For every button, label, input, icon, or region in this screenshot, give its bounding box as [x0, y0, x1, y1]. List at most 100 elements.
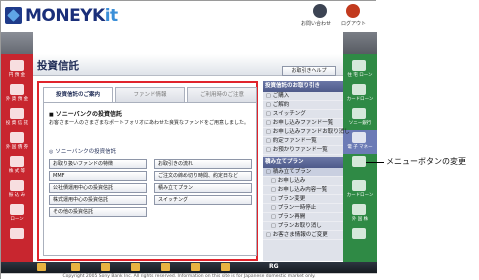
misc-icon: [352, 228, 366, 239]
highlight-box: 投資信託のご案内 ファンド情報 ご利用時のご注意 ソニーバンクの投資信託 お客さ…: [37, 81, 258, 261]
switching-button[interactable]: スイッチング: [154, 195, 252, 205]
submenu-item-plan-pause[interactable]: プラン一時停止: [263, 204, 343, 213]
card-icon: [352, 84, 366, 95]
nav-icon[interactable]: [71, 263, 80, 271]
sidebar-item-label: ローン: [10, 217, 24, 222]
submenu-item-plan[interactable]: 積み立てプラン: [263, 168, 343, 177]
sidebar-item-bank[interactable]: ソニー銀行: [343, 106, 377, 130]
submenu-item-plan-list[interactable]: お申し込み内容一覧: [263, 186, 343, 195]
sidebar-item-card[interactable]: カードローン: [343, 82, 377, 106]
annotation-label: メニューボタンの変更: [386, 157, 466, 166]
sidebar-right: 住 宅 ローン カードローン ソニー銀行 電 子 マネー カードローン 外 国 …: [343, 54, 377, 262]
foreign-stock-icon: [352, 204, 366, 215]
sidebar-item-misc[interactable]: [343, 154, 377, 178]
sidebar-item-stock[interactable]: 株 式 等: [1, 154, 33, 178]
main-content: 投資信託 お取引きヘルプ 投資信託のご案内 ファンド情報 ご利用時のご注意 ソニ…: [33, 54, 350, 262]
stock-icon: [10, 156, 24, 167]
submenu-item-switching[interactable]: スイッチング: [263, 110, 343, 119]
sidebar-item-label: 投 資 信 託: [5, 121, 29, 126]
contact-link[interactable]: お問い合わせ: [301, 20, 331, 27]
sidebar-item-bond[interactable]: 外 国 債 券: [1, 130, 33, 154]
section-heading: ソニーバンクの投資信託: [49, 147, 116, 155]
bond-icon: [10, 132, 24, 143]
logout-icon[interactable]: [346, 4, 360, 18]
sidebar-item-label: カードローン: [346, 193, 374, 198]
submenu-item-plan-apply[interactable]: お申し込み: [263, 177, 343, 186]
topnav-right[interactable]: [343, 32, 377, 54]
footer-copyright: Copyright 2005 Sony Bank Inc. All rights…: [1, 273, 377, 280]
sidebar-item-label: 振 込 み: [8, 193, 26, 198]
submenu-item-plan-cancel[interactable]: プランお取り消し: [263, 222, 343, 231]
submenu-item-redeem[interactable]: ご解約: [263, 101, 343, 110]
sidebar-item-misc-2[interactable]: [343, 226, 377, 250]
fund-features-button[interactable]: お取り扱いファンドの特徴: [49, 159, 147, 169]
logout-link[interactable]: ログアウト: [341, 20, 366, 27]
bank-icon: [352, 108, 366, 119]
fund-icon: [10, 108, 24, 119]
yen-deposit-icon: [10, 60, 24, 71]
nav-icon[interactable]: [101, 263, 110, 271]
sidebar-item-label: 円 預 金: [8, 73, 26, 78]
sidebar-item-card-loan[interactable]: カードローン: [343, 178, 377, 202]
page-title: 投資信託: [37, 60, 79, 72]
tab-panel: ソニーバンクの投資信託 お客さま一人のさまざまなポートフォリオにあわせた良質なフ…: [43, 102, 257, 256]
submenu-item-customer-info[interactable]: お客さま情報のご変更: [263, 231, 343, 240]
sidebar-item-foreign-stock[interactable]: 外 国 株: [343, 202, 377, 226]
submenu-item-plan-change[interactable]: プラン変更: [263, 195, 343, 204]
sidebar-item-label: 外 国 債 券: [5, 145, 29, 150]
logo[interactable]: MONEYKit: [25, 6, 118, 26]
nav-icon[interactable]: [191, 263, 200, 271]
sidebar-item-house[interactable]: 住 宅 ローン: [343, 58, 377, 82]
savings-plan-button[interactable]: 積み立てプラン: [154, 183, 252, 193]
loan-icon: [10, 204, 24, 215]
sidebar-item-label: 電 子 マネー: [347, 145, 373, 150]
sidebar-item-yen-deposit[interactable]: 円 預 金: [1, 58, 33, 82]
submenu-header-trading: 投資信託のお取り引き: [263, 81, 343, 92]
bond-fund-button[interactable]: 公社債運用中心の投資信託: [49, 183, 147, 193]
submenu-item-order-list[interactable]: お申し込みファンド一覧: [263, 119, 343, 128]
submenu-item-holdings-list[interactable]: お預かりファンド一覧: [263, 146, 343, 155]
sidebar-item-label: 住 宅 ローン: [347, 73, 373, 78]
submenu-item-plan-resume[interactable]: プラン再開: [263, 213, 343, 222]
sidebar-item-fund[interactable]: 投 資 信 託: [1, 106, 33, 130]
trade-flow-button[interactable]: お取引きの流れ: [154, 159, 252, 169]
sidebar-item-foreign-deposit[interactable]: 外 貨 預 金: [1, 82, 33, 106]
submenu: 投資信託のお取り引き ご購入 ご解約 スイッチング お申し込みファンド一覧 お申…: [263, 81, 350, 261]
misc-icon: [352, 156, 366, 167]
sidebar-item-loan[interactable]: ローン: [1, 202, 33, 226]
card-icon: [352, 180, 366, 191]
nav-icon[interactable]: [131, 263, 140, 271]
sidebar-item-label: 外 国 株: [351, 217, 369, 222]
submenu-item-order-cancel[interactable]: お申し込みファンドお取り消し: [263, 128, 350, 137]
nav-icon[interactable]: [161, 263, 170, 271]
topnav-left[interactable]: [1, 32, 33, 54]
header: MONEYKit お問い合わせ ログアウト: [1, 1, 377, 32]
submenu-item-purchase[interactable]: ご購入: [263, 92, 343, 101]
mail-icon[interactable]: [313, 4, 327, 18]
other-fund-button[interactable]: その他の投資信託: [49, 207, 147, 217]
foreign-deposit-icon: [10, 84, 24, 95]
tab-fund-guide[interactable]: 投資信託のご案内: [43, 87, 113, 102]
sidebar-item-label: カードローン: [346, 97, 374, 102]
stock-fund-button[interactable]: 株式運用中心の投資信託: [49, 195, 147, 205]
mmf-button[interactable]: MMF: [49, 171, 147, 181]
misc-icon: [10, 228, 24, 239]
nav-icon[interactable]: [221, 263, 230, 271]
order-deadline-button[interactable]: ご注文の締め切り時間、約定日など: [154, 171, 252, 181]
rg-button[interactable]: RG: [269, 263, 279, 270]
bottom-nav: RG: [1, 262, 377, 273]
app-window: MONEYKit お問い合わせ ログアウト MoneyView 円 預 金 外 …: [0, 0, 377, 280]
tab-notes[interactable]: ご利用時のご注意: [187, 87, 257, 102]
sidebar-item-label: ソニー銀行: [348, 121, 372, 126]
help-button[interactable]: お取引きヘルプ: [282, 66, 336, 76]
tab-fund-info[interactable]: ファンド情報: [115, 87, 185, 102]
link-icon[interactable]: [37, 263, 46, 271]
sidebar-item-misc[interactable]: [1, 226, 33, 250]
submenu-header-plan: 積み立てプラン: [263, 157, 343, 168]
panel-description: お客さま一人のさまざまなポートフォリオにあわせた良質なファンドをご用意しました。: [49, 120, 250, 126]
annotation-line: [366, 162, 384, 163]
submenu-item-executed-list[interactable]: 約定ファンド一覧: [263, 137, 343, 146]
sidebar-left: 円 預 金 外 貨 預 金 投 資 信 託 外 国 債 券 株 式 等 振 込 …: [1, 54, 33, 262]
logo-icon: [5, 7, 22, 24]
sidebar-item-transfer[interactable]: 振 込 み: [1, 178, 33, 202]
